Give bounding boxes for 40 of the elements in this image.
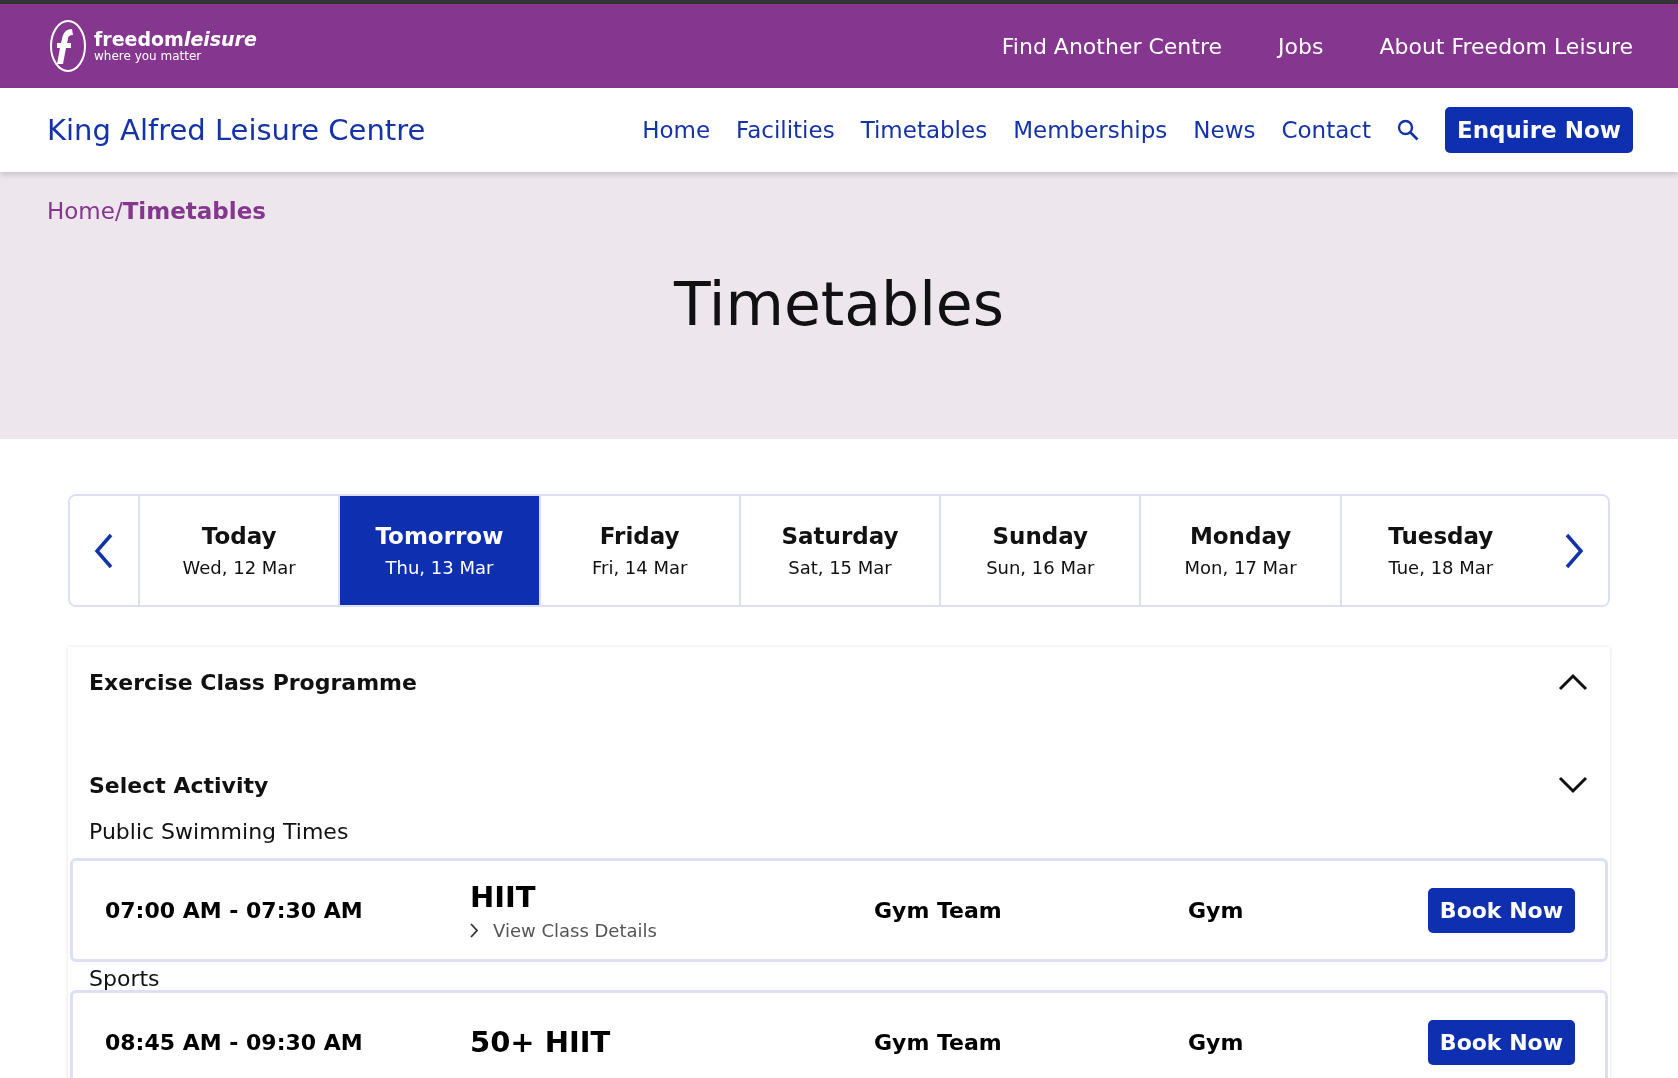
breadcrumb-separator: / [114, 198, 123, 224]
brand-name: freedomleisure [94, 29, 257, 49]
chevron-up-icon[interactable] [1558, 673, 1588, 691]
class-location: Gym [1188, 1029, 1245, 1055]
top-link[interactable]: About Freedom Leisure [1379, 33, 1633, 59]
brand-tagline: where you matter [94, 48, 203, 63]
book-now-button[interactable]: Book Now [1427, 1019, 1575, 1065]
chevron-left-icon [94, 532, 114, 569]
chevron-right-icon [470, 922, 479, 938]
class-time: 07:00 AM - 07:30 AM [105, 897, 364, 923]
centre-name: King Alfred Leisure Centre [47, 113, 427, 147]
logo-icon [48, 18, 88, 74]
chevron-right-icon [1563, 532, 1584, 569]
nav-link[interactable]: News [1193, 117, 1256, 143]
page-title: Timetables [672, 269, 1006, 339]
breadcrumb-link[interactable]: Home [47, 198, 115, 224]
book-now-button[interactable]: Book Now [1427, 887, 1575, 933]
class-coach: Gym Team [874, 897, 1003, 923]
class-coach: Gym Team [874, 1029, 1003, 1055]
search-icon[interactable] [1396, 119, 1419, 141]
nav-link[interactable]: Facilities [736, 117, 835, 143]
breadcrumb-current: Timetables [122, 198, 266, 224]
section-heading: Public Swimming Times [88, 818, 350, 846]
top-link[interactable]: Jobs [1278, 33, 1324, 59]
day-tab[interactable]: Tomorrow Thu, 13 Mar [338, 496, 539, 605]
top-link[interactable]: Find Another Centre [1001, 33, 1223, 59]
nav-link[interactable]: Timetables [860, 117, 988, 143]
chevron-down-icon [1558, 776, 1588, 794]
nav-link[interactable]: Contact [1281, 117, 1371, 143]
enquire-button[interactable]: Enquire Now [1444, 107, 1633, 153]
nav-link[interactable]: Memberships [1013, 117, 1168, 143]
class-name: HIIT [470, 879, 537, 914]
class-name: 50+ HIIT [470, 1025, 612, 1059]
programme-title: Exercise Class Programme [89, 669, 417, 695]
activity-select[interactable]: Select Activity [68, 755, 1610, 815]
class-details-link[interactable]: View Class Details [470, 919, 657, 941]
nav-link[interactable]: Home [642, 117, 711, 143]
class-time: 08:45 AM - 09:30 AM [105, 1029, 364, 1055]
section-heading: Sports [88, 965, 161, 990]
class-location: Gym [1188, 897, 1245, 923]
